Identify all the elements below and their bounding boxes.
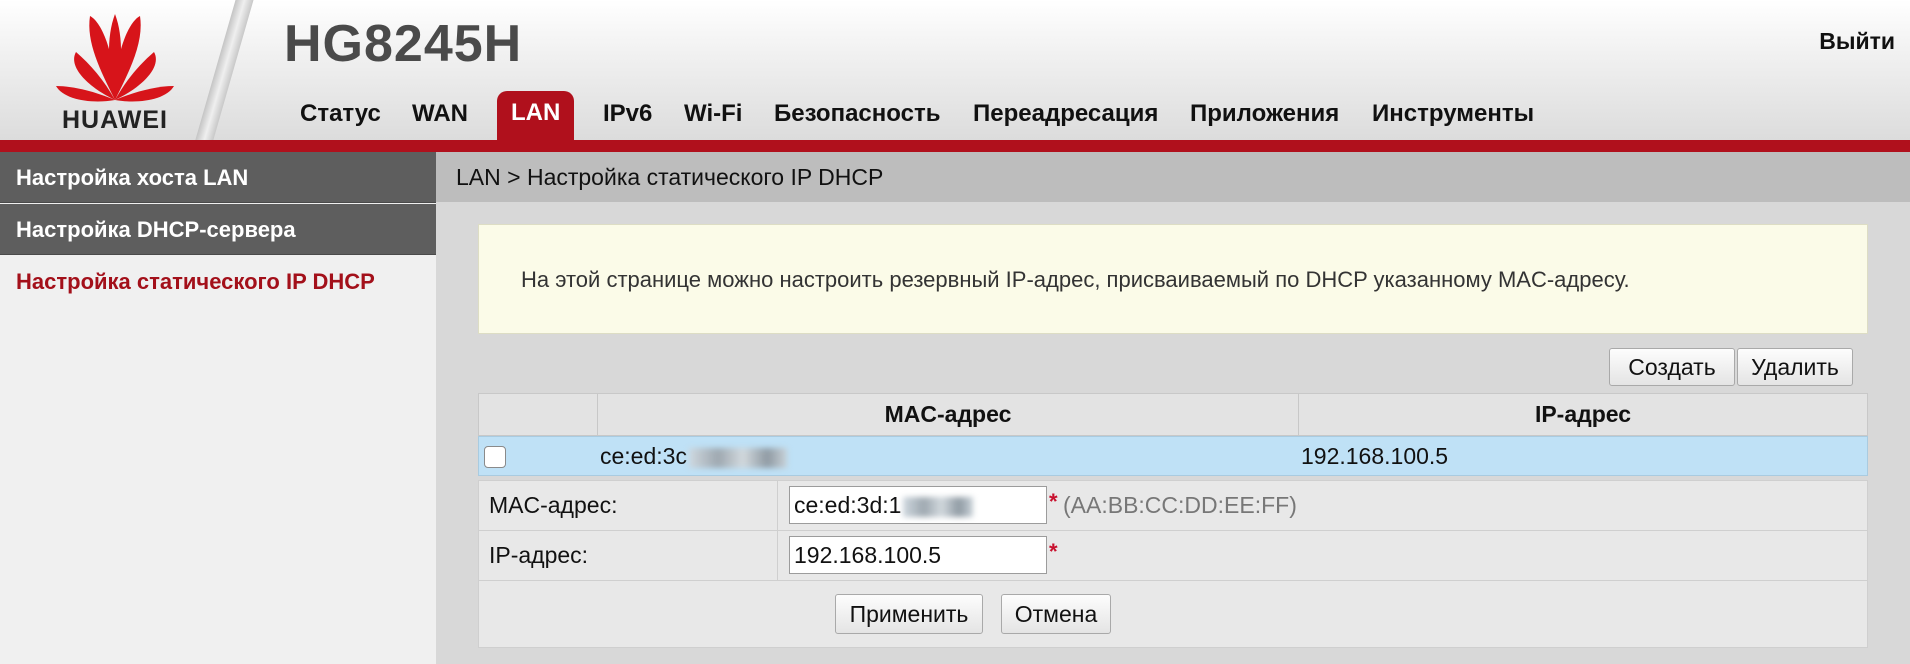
sidebar-item-lan-host[interactable]: Настройка хоста LAN [0, 152, 436, 203]
ip-input[interactable]: 192.168.100.5 [789, 536, 1047, 574]
mac-cell: ce:ed:3c [598, 437, 1299, 475]
header: HUAWEI HG8245H Выйти Статус WAN LAN IPv6… [0, 0, 1910, 140]
mac-format-hint: (AA:BB:CC:DD:EE:FF) [1063, 492, 1297, 518]
table-header: MAC-адрес IP-адрес [478, 393, 1868, 436]
create-button[interactable]: Создать [1609, 348, 1735, 386]
row-checkbox[interactable] [484, 446, 506, 468]
ip-cell: 192.168.100.5 [1301, 443, 1449, 469]
tab-status[interactable]: Статус [300, 89, 381, 139]
tab-security[interactable]: Безопасность [774, 89, 940, 139]
mac-label: MAC-адрес: [479, 481, 778, 530]
apply-button[interactable]: Применить [835, 594, 983, 634]
form-row-mac: MAC-адрес: ce:ed:3d:1 * (AA:BB:CC:DD:EE:… [479, 481, 1867, 531]
sidebar: Настройка хоста LAN Настройка DHCP-серве… [0, 152, 436, 664]
header-accent-bar [0, 140, 1910, 152]
tab-applications[interactable]: Приложения [1190, 89, 1339, 139]
tab-forwarding[interactable]: Переадресация [973, 89, 1158, 139]
mac-input[interactable]: ce:ed:3d:1 [789, 486, 1047, 524]
cancel-button[interactable]: Отмена [1001, 594, 1111, 634]
form-row-ip: IP-адрес: 192.168.100.5 * [479, 531, 1867, 581]
sidebar-item-dhcp-server[interactable]: Настройка DHCP-сервера [0, 204, 436, 255]
sidebar-item-static-dhcp[interactable]: Настройка статического IP DHCP [0, 256, 436, 307]
device-title: HG8245H [284, 15, 523, 73]
huawei-logo: HUAWEI [46, 8, 184, 134]
tab-tools[interactable]: Инструменты [1372, 89, 1534, 139]
mac-redacted-blur [688, 447, 787, 468]
info-box: На этой странице можно настроить резервн… [478, 224, 1868, 334]
edit-form: MAC-адрес: ce:ed:3d:1 * (AA:BB:CC:DD:EE:… [478, 480, 1868, 648]
breadcrumb: LAN > Настройка статического IP DHCP [436, 152, 1910, 202]
header-divider [189, 0, 257, 140]
ip-label: IP-адрес: [479, 531, 778, 580]
ip-required-mark: * [1049, 539, 1058, 564]
logout-link[interactable]: Выйти [1819, 28, 1895, 55]
delete-button[interactable]: Удалить [1737, 348, 1853, 386]
mac-cell-text: ce:ed:3c [600, 443, 687, 469]
logo-text: HUAWEI [62, 106, 168, 134]
huawei-petals-icon [56, 14, 174, 102]
ip-column-header: IP-адрес [1534, 401, 1632, 427]
select-column-header [479, 394, 598, 435]
tab-ipv6[interactable]: IPv6 [603, 89, 652, 139]
tab-wifi[interactable]: Wi-Fi [684, 89, 742, 139]
mac-required-mark: * [1049, 489, 1058, 514]
tab-lan[interactable]: LAN [497, 91, 575, 140]
table-row[interactable]: ce:ed:3c 192.168.100.5 [478, 436, 1868, 476]
mac-input-value: ce:ed:3d:1 [794, 492, 902, 518]
main-content: LAN > Настройка статического IP DHCP На … [436, 152, 1910, 664]
tab-wan[interactable]: WAN [412, 89, 468, 139]
mac-input-redacted-blur [903, 496, 974, 517]
mac-column-header: MAC-адрес [598, 394, 1299, 435]
